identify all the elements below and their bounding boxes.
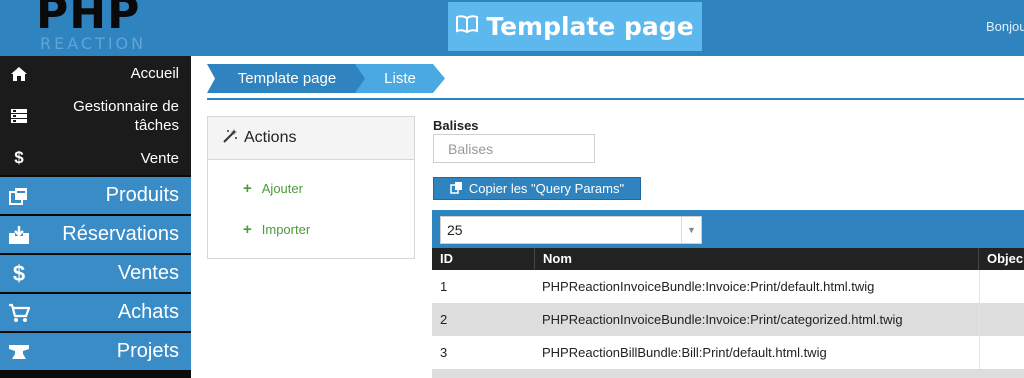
- page-size-select[interactable]: 25 ▼: [440, 216, 702, 244]
- page-title-box: Template page: [448, 2, 702, 51]
- cell-nom: PHPReactionBillBundle:Bill:Print/default…: [542, 345, 827, 360]
- sidebar-item-label: Vente: [140, 149, 179, 167]
- balises-input[interactable]: [433, 134, 595, 163]
- table-row[interactable]: [432, 369, 1024, 378]
- cell-id: 1: [440, 279, 448, 294]
- page-title: Template page: [486, 12, 694, 41]
- cell-id: 2: [440, 312, 448, 327]
- sidebar-item-label: Gestionnaire de tâches: [73, 98, 179, 134]
- copy-query-params-label: Copier les "Query Params": [468, 181, 625, 196]
- top-header: PHP REACTION Template page Bonjour: [0, 0, 1024, 56]
- import-action-label: Importer: [261, 222, 311, 237]
- table-row[interactable]: 3 PHPReactionBillBundle:Bill:Print/defau…: [432, 336, 1024, 369]
- tasks-icon: [8, 105, 30, 127]
- inbox-icon: [8, 224, 30, 246]
- sidebar-item-reservations[interactable]: Réservations: [0, 216, 191, 255]
- book-icon: [456, 14, 479, 40]
- table-row[interactable]: 2 PHPReactionInvoiceBundle:Invoice:Print…: [432, 303, 1024, 336]
- user-greeting[interactable]: Bonjour: [986, 19, 1024, 34]
- balises-label: Balises: [433, 118, 479, 133]
- column-header-nom[interactable]: Nom: [535, 248, 979, 270]
- cell-objet: [979, 303, 1024, 336]
- table-row[interactable]: 1 PHPReactionInvoiceBundle:Invoice:Print…: [432, 270, 1024, 303]
- import-action[interactable]: + Importer: [243, 221, 310, 238]
- sidebar-item-produits[interactable]: Produits: [0, 177, 191, 216]
- sidebar-item-label: Accueil: [130, 65, 179, 82]
- sidebar-item-vente[interactable]: $ Vente: [0, 141, 191, 177]
- cell-id: 3: [440, 345, 448, 360]
- sidebar-item-label: Produits: [105, 184, 179, 206]
- breadcrumb-item-liste[interactable]: Liste: [355, 64, 445, 93]
- column-header-objet[interactable]: Objec: [979, 248, 1024, 270]
- sidebar-item-label: Projets: [116, 340, 179, 362]
- actions-title: Actions: [244, 129, 297, 146]
- cell-nom: PHPReactionInvoiceBundle:Invoice:Print/d…: [542, 279, 875, 294]
- actions-header: Actions: [208, 117, 414, 160]
- logo-subtext: REACTION: [40, 34, 147, 53]
- cell-objet: [979, 270, 1024, 303]
- sidebar-item-ventes[interactable]: $ Ventes: [0, 255, 191, 294]
- logo-text: PHP: [36, 0, 141, 39]
- products-icon: [8, 185, 30, 207]
- add-action-label: Ajouter: [261, 181, 303, 196]
- breadcrumb-divider: [207, 98, 1024, 100]
- cart-icon: [8, 302, 30, 324]
- copy-icon: [450, 181, 463, 197]
- sidebar-item-label: Réservations: [62, 223, 179, 245]
- sidebar: Accueil Gestionnaire de tâches $ Vente P…: [0, 56, 191, 378]
- add-action[interactable]: + Ajouter: [243, 180, 303, 197]
- table-toolbar: 25 ▼: [432, 210, 1024, 248]
- cell-objet: [979, 336, 1024, 369]
- sidebar-item-projets[interactable]: Projets: [0, 333, 191, 372]
- actions-panel: Actions + Ajouter + Importer: [207, 116, 415, 259]
- logo[interactable]: PHP REACTION: [36, 0, 166, 53]
- plus-icon: +: [243, 180, 252, 197]
- breadcrumb-item-template-page[interactable]: Template page: [207, 64, 367, 93]
- table-header: ID Nom Objec: [432, 248, 1024, 270]
- copy-query-params-button[interactable]: Copier les "Query Params": [433, 177, 641, 200]
- magic-wand-icon: [222, 128, 238, 148]
- page-size-value: 25: [447, 222, 463, 238]
- sidebar-item-label: Ventes: [117, 262, 179, 284]
- cell-nom: PHPReactionInvoiceBundle:Invoice:Print/c…: [542, 312, 903, 327]
- sidebar-item-achats[interactable]: Achats: [0, 294, 191, 333]
- sidebar-item-accueil[interactable]: Accueil: [0, 56, 191, 91]
- column-header-id[interactable]: ID: [432, 248, 535, 270]
- sidebar-item-label: Achats: [117, 301, 179, 323]
- home-icon: [8, 63, 30, 85]
- dollar-icon: $: [14, 148, 24, 167]
- chevron-down-icon[interactable]: ▼: [681, 217, 701, 243]
- sidebar-item-gestionnaire[interactable]: Gestionnaire de tâches: [0, 91, 191, 141]
- dollar-icon: $: [12, 260, 26, 286]
- anvil-icon: [8, 341, 30, 363]
- plus-icon: +: [243, 221, 252, 238]
